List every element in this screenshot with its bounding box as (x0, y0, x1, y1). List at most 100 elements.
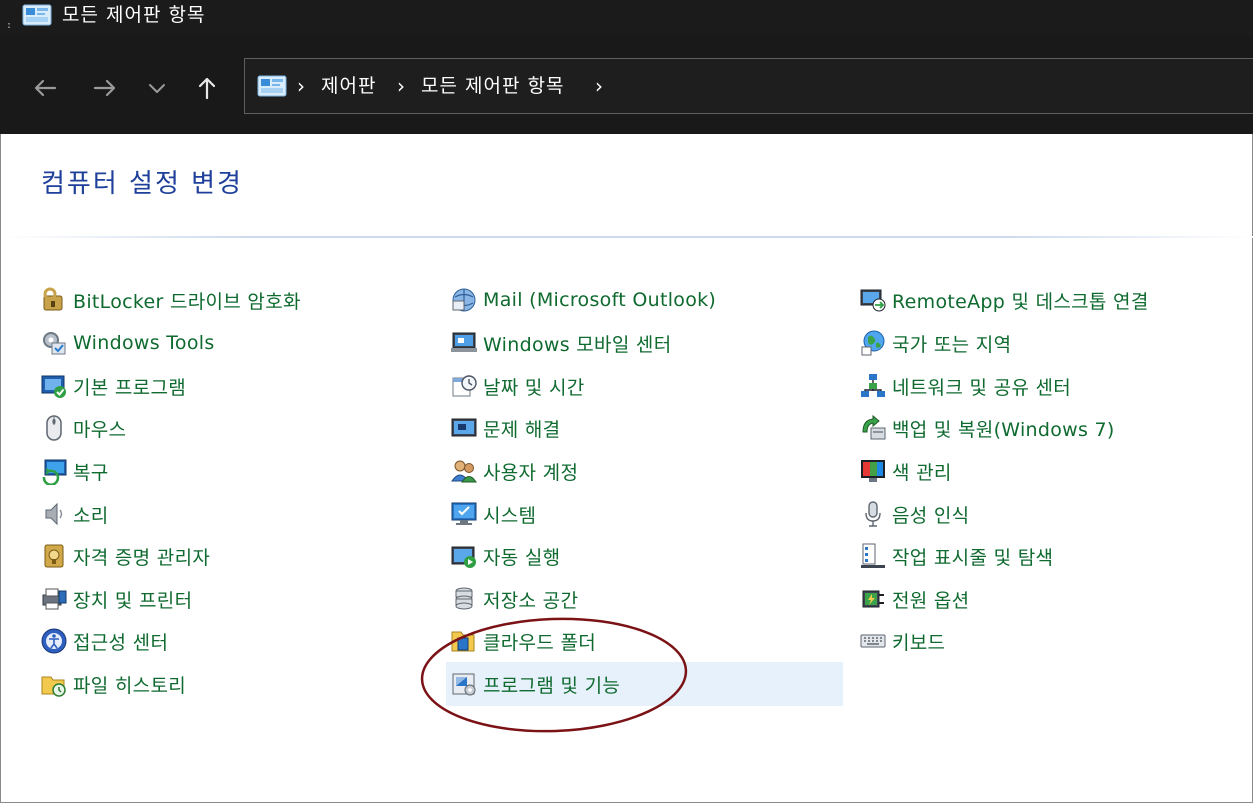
up-button[interactable] (191, 74, 223, 102)
item-label: Windows Tools (73, 332, 215, 354)
item-label: Windows 모바일 센터 (483, 333, 672, 356)
item-label: 자동 실행 (483, 546, 561, 569)
item-date-time[interactable]: 날짜 및 시간 (449, 366, 585, 406)
item-label: 클라우드 폴더 (483, 631, 597, 654)
power-options-icon (858, 584, 888, 614)
page-title: 컴퓨터 설정 변경 (41, 169, 243, 199)
item-label: 복구 (73, 461, 109, 484)
item-programs-features[interactable]: 프로그램 및 기능 (446, 662, 843, 706)
breadcrumb-separator[interactable]: › (297, 75, 305, 97)
item-system[interactable]: 시스템 (449, 494, 536, 534)
item-label: 장치 및 프린터 (73, 589, 193, 612)
calendar-clock-icon (449, 371, 479, 401)
chevron-down-icon (149, 84, 165, 93)
item-label: 문제 해결 (483, 418, 561, 441)
mobility-center-icon (449, 328, 479, 358)
item-label: 기본 프로그램 (73, 376, 187, 399)
breadcrumb-all-items[interactable]: 모든 제어판 항목 (421, 75, 564, 97)
default-programs-icon (39, 371, 69, 401)
item-label: 색 관리 (892, 461, 952, 484)
recovery-icon (39, 456, 69, 486)
item-autoplay[interactable]: 자동 실행 (449, 536, 560, 576)
item-label: 사용자 계정 (483, 461, 579, 484)
item-label: 시스템 (483, 504, 537, 527)
printer-icon (39, 584, 69, 614)
item-mail[interactable]: Mail (Microsoft Outlook) (449, 280, 716, 320)
mail-icon (449, 285, 479, 315)
globe-region-icon (858, 328, 888, 358)
breadcrumb-separator[interactable]: › (397, 75, 405, 97)
item-label: 날짜 및 시간 (483, 376, 585, 399)
breadcrumb-control-panel[interactable]: 제어판 (321, 75, 376, 97)
network-icon (858, 371, 888, 401)
item-speech-recognition[interactable]: 음성 인식 (858, 494, 969, 534)
item-label: BitLocker 드라이브 암호화 (73, 290, 301, 313)
address-bar[interactable]: › 제어판 › 모든 제어판 항목 › (244, 58, 1253, 114)
item-accessibility[interactable]: 접근성 센터 (39, 621, 168, 661)
file-history-icon (39, 669, 69, 699)
item-power-options[interactable]: 전원 옵션 (858, 579, 969, 619)
item-keyboard[interactable]: 키보드 (858, 621, 945, 661)
item-label: 국가 또는 지역 (892, 333, 1012, 356)
item-label: 자격 증명 관리자 (73, 546, 211, 569)
item-mouse[interactable]: 마우스 (39, 408, 126, 448)
item-devices-printers[interactable]: 장치 및 프린터 (39, 579, 192, 619)
window-edge-mark: : (6, 20, 13, 31)
item-default-programs[interactable]: 기본 프로그램 (39, 366, 186, 406)
programs-features-icon (449, 669, 479, 699)
item-windows-tools[interactable]: Windows Tools (39, 323, 215, 363)
accessibility-icon (39, 626, 69, 656)
item-region[interactable]: 국가 또는 지역 (858, 323, 1011, 363)
back-button[interactable] (29, 74, 61, 102)
forward-button[interactable] (89, 74, 121, 102)
item-recovery[interactable]: 복구 (39, 451, 109, 491)
system-monitor-icon (449, 499, 479, 529)
item-label: RemoteApp 및 데스크톱 연결 (892, 290, 1149, 313)
item-label: 네트워크 및 공유 센터 (892, 376, 1072, 399)
bitlocker-key-icon (39, 285, 69, 315)
item-troubleshooting[interactable]: 문제 해결 (449, 408, 560, 448)
heading-divider (1, 236, 1253, 238)
credential-manager-icon (39, 541, 69, 571)
item-label: 전원 옵션 (892, 589, 970, 612)
autoplay-icon (449, 541, 479, 571)
taskbar-icon (858, 541, 888, 571)
user-accounts-icon (449, 456, 479, 486)
item-file-history[interactable]: 파일 히스토리 (39, 664, 186, 704)
item-backup-restore[interactable]: 백업 및 복원(Windows 7) (858, 408, 1115, 448)
item-label: 작업 표시줄 및 탐색 (892, 546, 1054, 569)
item-storage-spaces[interactable]: 저장소 공간 (449, 579, 578, 619)
item-network-sharing[interactable]: 네트워크 및 공유 센터 (858, 366, 1071, 406)
windows-tools-icon (39, 328, 69, 358)
breadcrumb-separator[interactable]: › (595, 75, 603, 97)
arrow-up-icon (198, 77, 216, 100)
item-taskbar[interactable]: 작업 표시줄 및 탐색 (858, 536, 1053, 576)
item-label: 소리 (73, 504, 109, 527)
color-management-icon (858, 456, 888, 486)
arrow-right-icon (93, 79, 116, 97)
control-panel-icon (22, 4, 52, 26)
item-bitlocker[interactable]: BitLocker 드라이브 암호화 (39, 280, 301, 320)
title-bar: : 모든 제어판 항목 (0, 0, 1253, 36)
mouse-icon (39, 413, 69, 443)
troubleshooting-icon (449, 413, 479, 443)
remoteapp-icon (858, 285, 888, 315)
item-cloud-folder[interactable]: 클라우드 폴더 (449, 621, 596, 661)
keyboard-icon (858, 626, 888, 656)
item-color-management[interactable]: 색 관리 (858, 451, 952, 491)
content-pane: 컴퓨터 설정 변경 BitLocker 드라이브 암호화 Windows Too… (0, 134, 1253, 803)
item-label: 파일 히스토리 (73, 674, 187, 697)
item-user-accounts[interactable]: 사용자 계정 (449, 451, 578, 491)
item-credential-manager[interactable]: 자격 증명 관리자 (39, 536, 210, 576)
control-panel-icon (257, 75, 287, 97)
item-remoteapp[interactable]: RemoteApp 및 데스크톱 연결 (858, 280, 1149, 320)
storage-spaces-icon (449, 584, 479, 614)
item-label: 프로그램 및 기능 (483, 674, 621, 697)
cloud-folder-icon (449, 626, 479, 656)
item-mobility-center[interactable]: Windows 모바일 센터 (449, 323, 672, 363)
item-label: 저장소 공간 (483, 589, 579, 612)
item-sound[interactable]: 소리 (39, 494, 109, 534)
navigation-bar: › 제어판 › 모든 제어판 항목 › (0, 36, 1253, 134)
recent-locations-button[interactable] (141, 74, 173, 102)
item-label: 마우스 (73, 418, 127, 441)
